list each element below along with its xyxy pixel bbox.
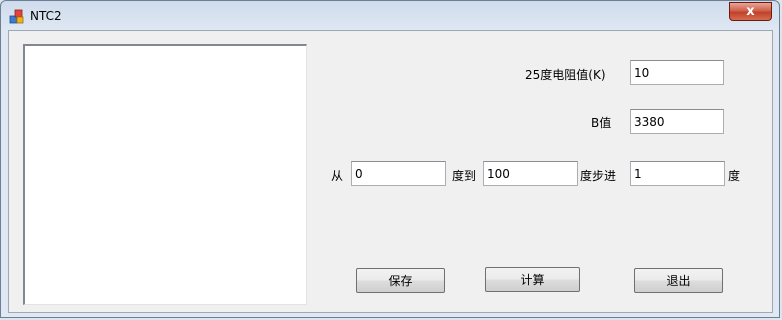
close-button[interactable]: x [729,2,772,21]
b-value-input[interactable] [630,109,724,134]
b-value-label: B值 [591,116,612,130]
close-icon: x [746,4,755,19]
results-listbox[interactable] [23,44,307,305]
step-input[interactable] [630,161,725,186]
app-icon [9,9,24,24]
title-bar[interactable]: NTC2 x [1,1,779,31]
client-area: 25度电阻值(K) B值 从 度到 度步进 度 保存 计算 退出 [8,30,773,313]
to-label: 度到 [452,169,477,183]
calculate-button[interactable]: 计算 [485,267,580,292]
step-label: 度步进 [580,169,617,183]
window-title: NTC2 [30,9,62,23]
from-label: 从 [331,169,344,183]
save-button[interactable]: 保存 [356,268,445,293]
r25-label: 25度电阻值(K) [525,68,606,82]
r25-input[interactable] [630,60,724,85]
unit-label: 度 [728,169,741,183]
from-input[interactable] [351,161,446,186]
app-window: NTC2 x 25度电阻值(K) B值 从 度到 度步进 度 保存 计算 退出 [0,0,780,318]
exit-button[interactable]: 退出 [634,268,723,293]
to-input[interactable] [483,161,578,186]
